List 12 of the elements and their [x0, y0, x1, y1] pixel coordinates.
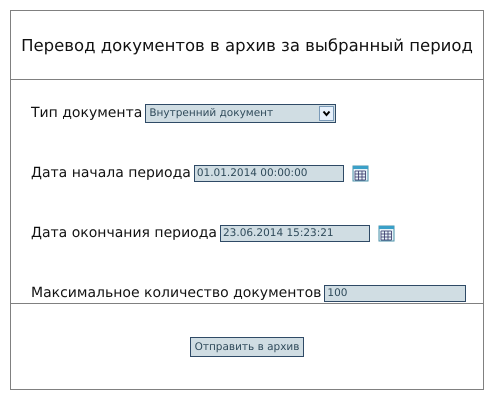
input-field[interactable]: 100 — [324, 284, 466, 302]
form-title: Перевод документов в архив за выбранный период — [21, 36, 473, 54]
field-label: Дата окончания периода — [31, 225, 217, 241]
submit-button[interactable]: Отправить в архив — [190, 336, 304, 356]
document-type-dropdown[interactable]: Внутренний документ — [145, 104, 336, 122]
date-field[interactable]: 23.06.2014 15:23:21 — [220, 224, 370, 242]
field-label: Тип документа — [31, 105, 142, 121]
date-field[interactable]: 01.01.2014 00:00:00 — [194, 164, 344, 182]
calendar-icon[interactable] — [352, 164, 369, 182]
field-label: Максимальное количество документов — [31, 285, 322, 301]
field-label: Дата начала периода — [31, 165, 191, 181]
calendar-icon[interactable] — [378, 224, 395, 242]
